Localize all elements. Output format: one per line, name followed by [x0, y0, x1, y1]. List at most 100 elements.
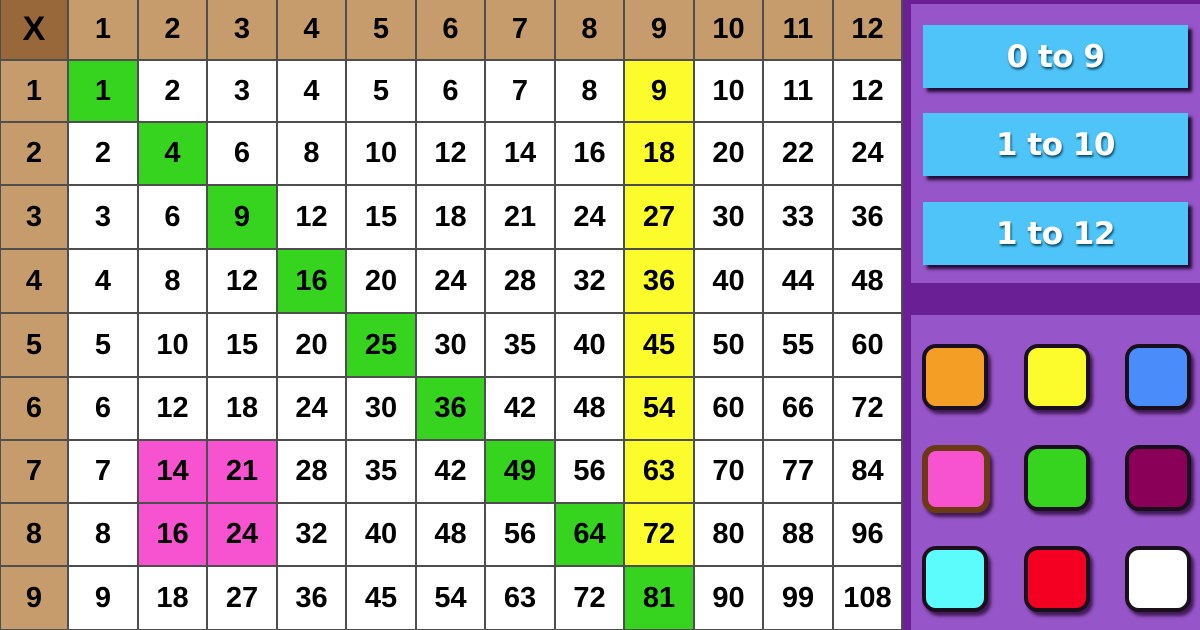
table-cell[interactable]: 84	[834, 441, 903, 504]
table-cell[interactable]: 10	[347, 123, 417, 186]
table-cell[interactable]: 6	[417, 61, 486, 123]
table-cell[interactable]: 24	[556, 186, 625, 250]
color-swatch-cyan[interactable]	[922, 546, 988, 612]
table-cell[interactable]: 22	[764, 123, 834, 186]
table-cell[interactable]: 14	[139, 441, 208, 504]
table-cell[interactable]: 88	[764, 504, 834, 567]
table-cell[interactable]: 3	[69, 186, 139, 250]
table-cell[interactable]: 32	[556, 250, 625, 314]
table-cell[interactable]: 4	[69, 250, 139, 314]
table-cell[interactable]: 60	[695, 378, 764, 441]
table-cell[interactable]: 24	[208, 504, 278, 567]
table-cell[interactable]: 49	[486, 441, 556, 504]
table-cell[interactable]: 16	[556, 123, 625, 186]
table-cell[interactable]: 25	[347, 314, 417, 378]
table-cell[interactable]: 99	[764, 567, 834, 630]
table-cell[interactable]: 81	[625, 567, 695, 630]
range-1-to-12-button[interactable]: 1 to 12	[923, 202, 1188, 265]
table-cell[interactable]: 12	[208, 250, 278, 314]
table-cell[interactable]: 30	[347, 378, 417, 441]
table-cell[interactable]: 9	[208, 186, 278, 250]
table-cell[interactable]: 72	[556, 567, 625, 630]
table-cell[interactable]: 80	[695, 504, 764, 567]
table-cell[interactable]: 54	[625, 378, 695, 441]
table-cell[interactable]: 90	[695, 567, 764, 630]
table-cell[interactable]: 18	[208, 378, 278, 441]
table-cell[interactable]: 4	[139, 123, 208, 186]
table-cell[interactable]: 54	[417, 567, 486, 630]
table-cell[interactable]: 30	[417, 314, 486, 378]
table-cell[interactable]: 8	[556, 61, 625, 123]
table-cell[interactable]: 6	[69, 378, 139, 441]
table-cell[interactable]: 18	[417, 186, 486, 250]
table-cell[interactable]: 35	[486, 314, 556, 378]
table-cell[interactable]: 20	[347, 250, 417, 314]
table-cell[interactable]: 5	[347, 61, 417, 123]
table-cell[interactable]: 9	[625, 61, 695, 123]
table-cell[interactable]: 56	[556, 441, 625, 504]
table-cell[interactable]: 36	[417, 378, 486, 441]
table-cell[interactable]: 7	[486, 61, 556, 123]
table-cell[interactable]: 14	[486, 123, 556, 186]
table-cell[interactable]: 8	[139, 250, 208, 314]
table-cell[interactable]: 36	[278, 567, 347, 630]
table-cell[interactable]: 12	[834, 61, 903, 123]
table-cell[interactable]: 66	[764, 378, 834, 441]
table-cell[interactable]: 36	[834, 186, 903, 250]
table-cell[interactable]: 40	[556, 314, 625, 378]
table-cell[interactable]: 55	[764, 314, 834, 378]
table-cell[interactable]: 8	[278, 123, 347, 186]
table-cell[interactable]: 40	[347, 504, 417, 567]
table-cell[interactable]: 5	[69, 314, 139, 378]
table-cell[interactable]: 60	[834, 314, 903, 378]
table-cell[interactable]: 28	[278, 441, 347, 504]
range-0-to-9-button[interactable]: 0 to 9	[923, 25, 1188, 88]
table-cell[interactable]: 2	[69, 123, 139, 186]
table-cell[interactable]: 1	[69, 61, 139, 123]
table-cell[interactable]: 108	[834, 567, 903, 630]
table-cell[interactable]: 4	[278, 61, 347, 123]
table-cell[interactable]: 11	[764, 61, 834, 123]
table-cell[interactable]: 15	[347, 186, 417, 250]
table-cell[interactable]: 48	[834, 250, 903, 314]
table-cell[interactable]: 6	[208, 123, 278, 186]
color-swatch-pink[interactable]	[922, 445, 990, 513]
table-cell[interactable]: 63	[625, 441, 695, 504]
table-cell[interactable]: 33	[764, 186, 834, 250]
table-cell[interactable]: 12	[278, 186, 347, 250]
color-swatch-blue[interactable]	[1125, 344, 1191, 410]
table-cell[interactable]: 35	[347, 441, 417, 504]
color-swatch-red[interactable]	[1024, 546, 1090, 612]
table-cell[interactable]: 27	[208, 567, 278, 630]
table-cell[interactable]: 70	[695, 441, 764, 504]
table-cell[interactable]: 72	[625, 504, 695, 567]
table-cell[interactable]: 24	[417, 250, 486, 314]
table-cell[interactable]: 10	[695, 61, 764, 123]
table-cell[interactable]: 63	[486, 567, 556, 630]
table-cell[interactable]: 16	[139, 504, 208, 567]
table-cell[interactable]: 20	[278, 314, 347, 378]
table-cell[interactable]: 50	[695, 314, 764, 378]
table-cell[interactable]: 32	[278, 504, 347, 567]
table-cell[interactable]: 36	[625, 250, 695, 314]
table-cell[interactable]: 7	[69, 441, 139, 504]
table-cell[interactable]: 21	[486, 186, 556, 250]
table-cell[interactable]: 48	[556, 378, 625, 441]
table-cell[interactable]: 20	[695, 123, 764, 186]
table-cell[interactable]: 10	[139, 314, 208, 378]
table-cell[interactable]: 72	[834, 378, 903, 441]
table-cell[interactable]: 18	[139, 567, 208, 630]
table-cell[interactable]: 42	[417, 441, 486, 504]
table-cell[interactable]: 44	[764, 250, 834, 314]
table-cell[interactable]: 24	[834, 123, 903, 186]
table-cell[interactable]: 12	[417, 123, 486, 186]
table-cell[interactable]: 45	[625, 314, 695, 378]
color-swatch-white[interactable]	[1125, 546, 1191, 612]
table-cell[interactable]: 8	[69, 504, 139, 567]
table-cell[interactable]: 30	[695, 186, 764, 250]
table-cell[interactable]: 40	[695, 250, 764, 314]
table-cell[interactable]: 16	[278, 250, 347, 314]
color-swatch-green[interactable]	[1024, 445, 1090, 511]
table-cell[interactable]: 27	[625, 186, 695, 250]
table-cell[interactable]: 3	[208, 61, 278, 123]
